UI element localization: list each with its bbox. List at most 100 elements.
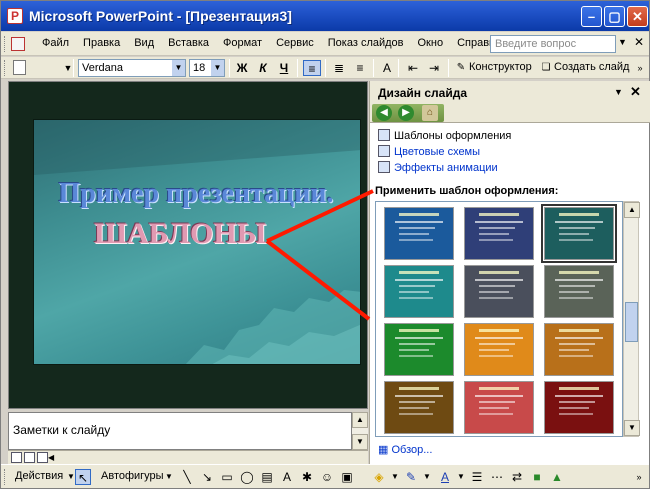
bold-button[interactable]: Ж xyxy=(233,60,251,76)
templates-link[interactable]: Шаблоны оформления xyxy=(378,129,511,142)
gallery-scroll-thumb[interactable] xyxy=(625,302,638,342)
designer-button[interactable]: Конструктор xyxy=(469,61,532,73)
underline-button[interactable]: Ч xyxy=(275,60,293,76)
template-thumbnail[interactable] xyxy=(384,207,454,260)
template-thumbnail[interactable] xyxy=(544,323,614,376)
new-document-icon[interactable] xyxy=(13,60,26,75)
fill-color-dropdown-icon[interactable]: ▼ xyxy=(387,469,403,485)
document-icon[interactable] xyxy=(11,37,25,51)
font-size-increase-icon[interactable]: A xyxy=(378,60,396,76)
shadow-style-icon[interactable]: ■ xyxy=(529,469,545,485)
home-icon[interactable]: ⌂ xyxy=(422,105,438,121)
italic-button[interactable]: К xyxy=(254,60,272,76)
slideshow-view-icon[interactable] xyxy=(37,452,48,463)
color-schemes-link[interactable]: Цветовые схемы xyxy=(378,145,480,158)
maximize-button[interactable]: ▢ xyxy=(604,6,625,27)
line-color-dropdown-icon[interactable]: ▼ xyxy=(419,469,435,485)
3d-style-icon[interactable]: ▲ xyxy=(549,469,565,485)
notes-scrollbar[interactable]: ▲ ▼ xyxy=(352,412,368,450)
font-dropdown-icon[interactable]: ▼ xyxy=(172,60,185,76)
menu-file[interactable]: Файл xyxy=(35,37,76,49)
menu-tools[interactable]: Сервис xyxy=(269,37,321,49)
menu-window[interactable]: Окно xyxy=(411,37,451,49)
template-thumbnail[interactable] xyxy=(464,381,534,434)
textbox-icon[interactable]: ▤ xyxy=(259,469,275,485)
menu-view[interactable]: Вид xyxy=(127,37,161,49)
autoshapes-menu[interactable]: Автофигуры xyxy=(101,470,164,482)
template-thumbnail[interactable] xyxy=(384,381,454,434)
dash-style-icon[interactable]: ⋯ xyxy=(489,469,505,485)
font-color-icon[interactable]: A xyxy=(437,469,453,485)
template-thumbnail[interactable] xyxy=(464,207,534,260)
normal-view-icon[interactable] xyxy=(11,452,22,463)
size-dropdown-icon[interactable]: ▼ xyxy=(211,60,224,76)
template-thumbnail-selected[interactable] xyxy=(541,204,617,263)
toolbar-grip[interactable] xyxy=(4,60,7,76)
document-close-icon[interactable]: ✕ xyxy=(634,35,644,49)
task-pane-dropdown-icon[interactable]: ▼ xyxy=(614,87,623,97)
browse-link[interactable]: ▦ Обзор... xyxy=(378,443,432,456)
slide-sorter-view-icon[interactable] xyxy=(24,452,35,463)
bulleted-list-icon[interactable]: ≡ xyxy=(351,60,369,76)
gallery-scrollbar[interactable]: ▲ ▼ xyxy=(623,201,640,437)
gallery-scroll-down-icon[interactable]: ▼ xyxy=(624,420,640,436)
template-thumbnail[interactable] xyxy=(384,265,454,318)
scroll-left-icon[interactable]: ◀ xyxy=(48,452,60,464)
notes-pane[interactable]: Заметки к слайду xyxy=(8,412,352,450)
slide-subtitle-wordart[interactable]: ШАБЛОНЫ xyxy=(94,217,274,251)
font-name-select[interactable]: Verdana ▼ xyxy=(78,59,186,77)
toolbar-overflow-icon[interactable]: » xyxy=(631,60,649,76)
increase-indent-icon[interactable]: ⇥ xyxy=(425,60,443,76)
line-style-icon[interactable]: ☰ xyxy=(469,469,485,485)
new-slide-button[interactable]: Создать слайд xyxy=(554,61,629,73)
menu-slideshow[interactable]: Показ слайдов xyxy=(321,37,411,49)
autoshapes-dropdown-icon[interactable]: ▼ xyxy=(161,469,177,485)
gallery-scroll-up-icon[interactable]: ▲ xyxy=(624,202,640,218)
line-color-icon[interactable]: ✎ xyxy=(403,469,419,485)
wordart-icon[interactable]: A xyxy=(279,469,295,485)
toolbar-options-icon[interactable]: ▼ xyxy=(59,60,77,76)
template-thumbnail[interactable] xyxy=(464,323,534,376)
new-slide-icon[interactable]: ❏ xyxy=(537,60,555,76)
menu-format[interactable]: Формат xyxy=(216,37,269,49)
template-thumbnail[interactable] xyxy=(384,323,454,376)
clipart-icon[interactable]: ☺ xyxy=(319,469,335,485)
designer-icon[interactable]: ✎ xyxy=(452,60,470,76)
diagram-icon[interactable]: ✱ xyxy=(299,469,315,485)
minimize-button[interactable]: – xyxy=(581,6,602,27)
decrease-indent-icon[interactable]: ⇤ xyxy=(404,60,422,76)
forward-arrow-icon[interactable]: ▶ xyxy=(398,105,414,121)
font-size-select[interactable]: 18 ▼ xyxy=(189,59,225,77)
drawbar-grip[interactable] xyxy=(4,469,7,485)
slide-pane[interactable]: Пример презентации. ШАБЛОНЫ xyxy=(8,81,368,409)
fill-color-icon[interactable]: ◈ xyxy=(371,469,387,485)
task-pane-close-icon[interactable]: ✕ xyxy=(630,84,641,100)
numbered-list-icon[interactable]: ≣ xyxy=(330,60,348,76)
scroll-down-icon[interactable]: ▼ xyxy=(352,434,368,450)
animation-effects-link[interactable]: Эффекты анимации xyxy=(378,161,498,174)
menu-grip[interactable] xyxy=(4,36,7,52)
template-gallery[interactable] xyxy=(375,201,623,437)
search-dropdown-icon[interactable]: ▼ xyxy=(618,37,627,47)
rectangle-icon[interactable]: ▭ xyxy=(219,469,235,485)
back-arrow-icon[interactable]: ◀ xyxy=(376,105,392,121)
slide-canvas[interactable]: Пример презентации. ШАБЛОНЫ xyxy=(33,119,361,365)
menu-insert[interactable]: Вставка xyxy=(161,37,216,49)
line-icon[interactable]: ╲ xyxy=(179,469,195,485)
close-button[interactable]: ✕ xyxy=(627,6,648,27)
select-pointer-icon[interactable]: ↖ xyxy=(75,469,91,485)
help-search-input[interactable]: Введите вопрос xyxy=(490,35,616,53)
drawbar-overflow-icon[interactable]: » xyxy=(631,469,647,485)
arrow-icon[interactable]: ↘ xyxy=(199,469,215,485)
powerpoint-app-icon[interactable] xyxy=(7,8,23,24)
template-thumbnail[interactable] xyxy=(544,381,614,434)
scroll-up-icon[interactable]: ▲ xyxy=(352,412,368,428)
template-thumbnail[interactable] xyxy=(544,265,614,318)
template-thumbnail[interactable] xyxy=(464,265,534,318)
menu-edit[interactable]: Правка xyxy=(76,37,127,49)
oval-icon[interactable]: ◯ xyxy=(239,469,255,485)
align-left-icon[interactable]: ≡ xyxy=(303,60,321,76)
picture-icon[interactable]: ▣ xyxy=(339,469,355,485)
actions-menu[interactable]: Действия xyxy=(15,470,63,482)
arrow-style-icon[interactable]: ⇄ xyxy=(509,469,525,485)
